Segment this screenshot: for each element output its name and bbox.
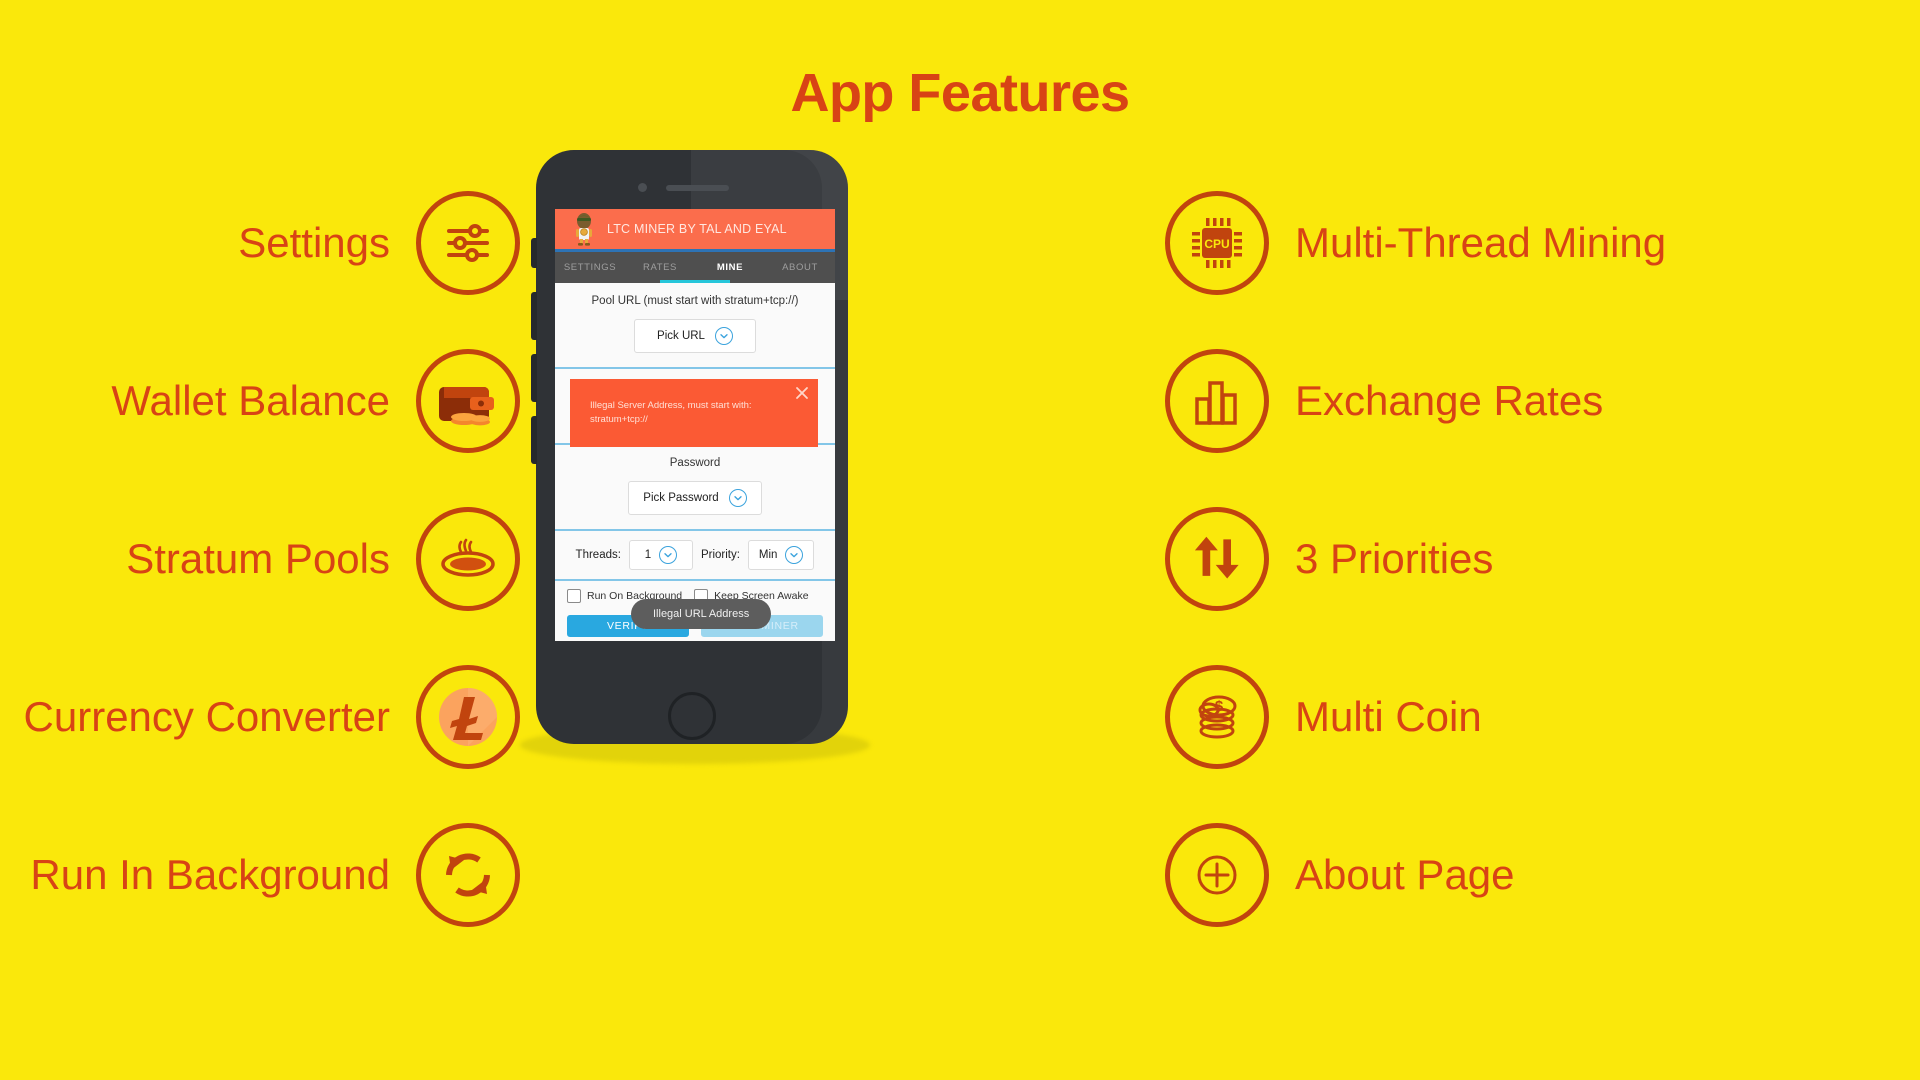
pool-url-label: Pool URL (must start with stratum+tcp://… [591,295,799,307]
right-feature-column: CPU Multi-Thread Mining Exchange Rates 3… [1165,178,1905,968]
pick-url-button[interactable]: Pick URL [634,319,756,353]
phone-side-button[interactable] [531,416,537,464]
app-title: LTC MINER BY TAL AND EYAL [607,222,787,236]
phone-side-button[interactable] [531,292,537,340]
feature-label: Multi-Thread Mining [1295,219,1667,266]
feature-label: Wallet Balance [111,377,390,424]
coin-stack-icon: $ [1165,665,1269,769]
tab-rates[interactable]: RATES [625,262,695,273]
litecoin-icon [416,665,520,769]
miner-mascot-icon [576,213,592,246]
threads-stepper[interactable]: 1 [628,540,693,570]
chevron-down-circle-icon [659,546,678,564]
svg-text:$: $ [1215,698,1224,715]
feature-item-wallet-balance: Wallet Balance [0,336,520,466]
feature-label: Exchange Rates [1295,377,1604,424]
pick-url-value: Pick URL [657,330,705,342]
phone-mockup: LTC MINER BY TAL AND EYAL SETTINGS RATES… [531,150,848,744]
feature-label: Multi Coin [1295,693,1482,740]
svg-text:CPU: CPU [1204,237,1229,251]
feature-item-about-page: About Page [1165,810,1905,940]
app-bar: LTC MINER BY TAL AND EYAL [555,209,835,252]
sliders-icon [416,191,520,295]
feature-label: Settings [238,219,390,266]
bar-chart-icon [1165,349,1269,453]
worker-section: Illegal Server Address, must start with:… [555,369,835,447]
up-down-arrows-icon [1165,507,1269,611]
cpu-icon: CPU [1165,191,1269,295]
priority-value: Min [758,549,778,561]
earpiece-speaker [666,185,729,191]
error-message: Illegal Server Address, must start with:… [590,399,752,425]
feature-item-exchange-rates: Exchange Rates [1165,336,1905,466]
feature-label: Run In Background [30,851,390,898]
phone-screen: LTC MINER BY TAL AND EYAL SETTINGS RATES… [555,209,835,641]
feature-label: 3 Priorities [1295,535,1494,582]
feature-item-currency-converter: Currency Converter [0,652,520,782]
error-banner: Illegal Server Address, must start with:… [570,379,818,447]
pick-password-value: Pick Password [643,492,719,504]
password-section: Password Pick Password [555,445,835,531]
left-feature-column: Settings Wallet Balance Stratum Pools Cu… [0,178,520,968]
tab-about[interactable]: ABOUT [765,262,835,273]
feature-label: About Page [1295,851,1515,898]
pool-url-section: Pool URL (must start with stratum+tcp://… [555,283,835,369]
home-button[interactable] [668,692,716,740]
phone-side-button[interactable] [531,238,537,268]
feature-label: Currency Converter [23,693,390,740]
threads-value: 1 [644,549,652,561]
feature-item-settings: Settings [0,178,520,308]
feature-item-stratum-pools: Stratum Pools [0,494,520,624]
front-camera-icon [638,183,647,192]
threads-priority-row: Threads: 1 Priority: Min [555,531,835,581]
phone-side-button[interactable] [531,354,537,402]
checkbox-row: Run On Background Keep Screen Awake Ille… [555,581,835,629]
wallet-icon [416,349,520,453]
chevron-down-circle-icon [714,327,733,345]
priority-label: Priority: [700,549,740,561]
tab-settings[interactable]: SETTINGS [555,262,625,273]
feature-item-run-in-background: Run In Background [0,810,520,940]
plus-circle-icon [1165,823,1269,927]
close-icon[interactable] [794,385,810,401]
pick-password-button[interactable]: Pick Password [628,481,762,515]
threads-label: Threads: [575,549,621,561]
page-title: App Features [790,63,1130,123]
checkbox-box[interactable] [567,589,581,603]
feature-item-multi-thread-mining: CPU Multi-Thread Mining [1165,178,1905,308]
tab-mine[interactable]: MINE [695,262,765,273]
feature-item-3-priorities: 3 Priorities [1165,494,1905,624]
tab-bar: SETTINGS RATES MINE ABOUT [555,252,835,283]
chevron-down-circle-icon [785,546,804,564]
feature-label: Stratum Pools [126,535,390,582]
priority-stepper[interactable]: Min [747,540,815,570]
toast-message: Illegal URL Address [631,599,772,629]
feature-item-multi-coin: $ Multi Coin [1165,652,1905,782]
refresh-cycle-icon [416,823,520,927]
password-label: Password [669,457,721,469]
poster-canvas: App Features Settings Wallet Balance Str… [0,0,1920,1080]
chevron-down-circle-icon [728,489,747,507]
pool-icon [416,507,520,611]
